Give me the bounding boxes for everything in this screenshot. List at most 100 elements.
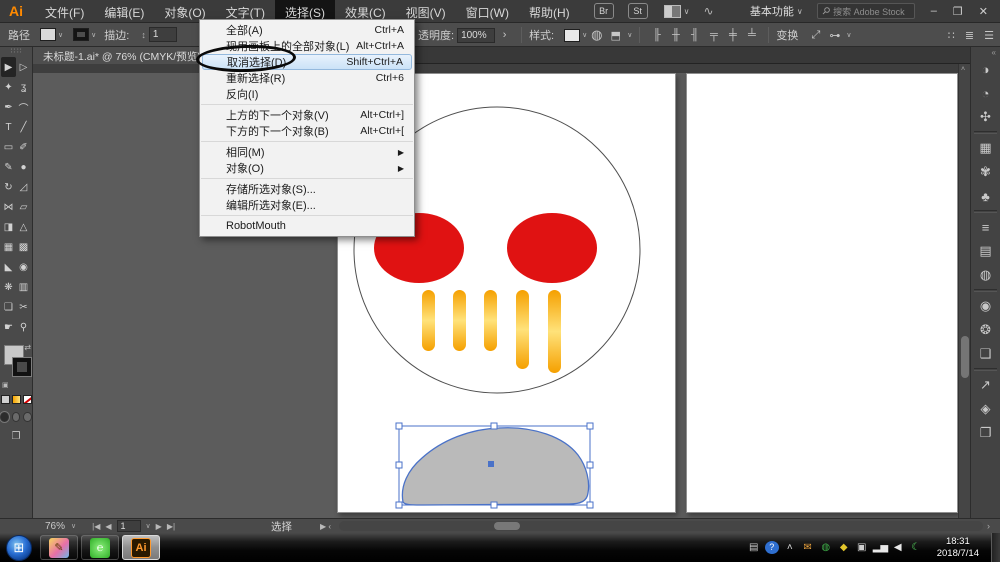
vertical-scroll-thumb[interactable] — [961, 336, 969, 378]
horizontal-scrollbar[interactable] — [339, 521, 983, 531]
menu-item-select-all[interactable]: 全部(A)Ctrl+A — [202, 22, 412, 38]
stock-search-input[interactable]: ⚲ 搜索 Adobe Stock — [817, 3, 915, 19]
clipboard-icon[interactable]: ▣ — [855, 542, 869, 553]
tooth-2[interactable] — [453, 290, 466, 351]
menu-item-robotmouth[interactable]: RobotMouth — [202, 218, 412, 234]
zoom-level[interactable]: 76% — [45, 521, 65, 532]
stroke-color-swatch[interactable] — [73, 28, 89, 41]
scroll-left-icons[interactable]: ▶ ‹ — [320, 522, 331, 531]
color-button[interactable] — [1, 395, 10, 404]
menubar-item-edit[interactable]: 编辑(E) — [94, 0, 154, 22]
artboard-number-value[interactable]: 1 — [117, 520, 141, 532]
menubar-item-window[interactable]: 窗口(W) — [456, 0, 519, 22]
column-graph-tool[interactable]: ▥ — [16, 277, 31, 297]
hand-tool[interactable]: ☛ — [1, 317, 16, 337]
close-button[interactable]: ✕ — [979, 5, 988, 18]
canvas-pasteboard[interactable] — [33, 64, 958, 518]
stroke-stepper-icon[interactable]: ↕ — [141, 30, 146, 40]
transparency-panel-icon[interactable]: ◍ — [971, 263, 1000, 287]
menu-item-object[interactable]: 对象(O)▶ — [202, 160, 412, 176]
taskbar-illustrator-button[interactable]: Ai — [122, 535, 160, 560]
draw-normal-button[interactable] — [0, 412, 9, 422]
dock-collapse-icon[interactable]: « — [971, 47, 1000, 57]
artboard-tool[interactable]: ❏ — [1, 297, 16, 317]
rectangle-tool[interactable]: ▭ — [1, 137, 16, 157]
gradient-button[interactable] — [12, 395, 21, 404]
start-button[interactable]: ⊞ — [6, 535, 32, 561]
chevron-down-icon[interactable]: ∨ — [684, 7, 690, 16]
menubar-item-help[interactable]: 帮助(H) — [519, 0, 580, 22]
recolor-artwork-icon[interactable]: ◍ — [587, 27, 606, 43]
color-panel-icon[interactable]: ◑ — [971, 57, 1000, 81]
menu-item-reselect[interactable]: 重新选择(R)Ctrl+6 — [202, 70, 412, 86]
menubar-item-file[interactable]: 文件(F) — [35, 0, 94, 22]
scroll-right-icon[interactable]: › — [987, 521, 990, 531]
swap-fill-stroke-icon[interactable]: ⇄ — [24, 343, 31, 352]
constrain-chevron-icon[interactable]: ∨ — [846, 31, 851, 39]
curvature-tool[interactable]: ⌒ — [16, 97, 31, 117]
panel-dock-icon[interactable]: ≣ — [965, 29, 974, 42]
show-desktop-button[interactable] — [991, 533, 1000, 562]
stroke-chevron-icon[interactable]: ∨ — [91, 31, 96, 39]
free-transform-tool[interactable]: ▱ — [16, 197, 31, 217]
align-bottom-icon[interactable]: ╧ — [742, 29, 761, 41]
align-top-icon[interactable]: ╤ — [704, 29, 723, 41]
shield-icon[interactable]: ◆ — [837, 542, 851, 553]
artboard-chevron-icon[interactable]: ∨ — [146, 522, 151, 530]
shape-builder-tool[interactable]: ◨ — [1, 217, 16, 237]
artboard-2[interactable] — [686, 73, 958, 513]
workspace-chevron-icon[interactable]: ∨ — [797, 7, 803, 16]
stroke-weight-value[interactable]: 1 — [149, 27, 177, 42]
mail-icon[interactable]: ✉ — [801, 542, 815, 553]
none-button[interactable] — [23, 395, 32, 404]
menu-item-inverse[interactable]: 反向(I) — [202, 86, 412, 102]
layers-panel-icon[interactable]: ◈ — [971, 397, 1000, 421]
tooth-5[interactable] — [548, 290, 561, 373]
mesh-tool[interactable]: ▦ — [1, 237, 16, 257]
tooth-3[interactable] — [484, 290, 497, 351]
workspace-switcher[interactable]: 基本功能 — [750, 3, 794, 19]
taskbar-browser-button[interactable]: ℮ — [81, 535, 119, 560]
menu-item-next-object-above[interactable]: 上方的下一个对象(V)Alt+Ctrl+] — [202, 107, 412, 123]
next-artboard-icon[interactable]: ▶ — [156, 522, 162, 531]
shape-properties-icon[interactable]: ⬒ — [606, 29, 625, 42]
symbols-panel-icon[interactable]: ♣ — [971, 184, 1000, 208]
tooth-4[interactable] — [516, 290, 529, 369]
scroll-up-icon[interactable]: ˄ — [961, 66, 965, 73]
last-artboard-icon[interactable]: ▶| — [167, 522, 175, 531]
stroke-panel-icon[interactable]: ≡ — [971, 215, 1000, 239]
security-icon[interactable]: ☾ — [909, 542, 923, 553]
network-icon[interactable]: ▂▅ — [873, 542, 887, 553]
zoom-tool[interactable]: ⚲ — [16, 317, 31, 337]
stroke-indicator[interactable] — [12, 357, 32, 377]
bridge-button[interactable]: Br — [594, 3, 614, 19]
globe-icon[interactable]: ◍ — [819, 542, 833, 553]
align-right-icon[interactable]: ╢ — [685, 29, 704, 41]
menu-item-deselect[interactable]: 取消选择(D)Shift+Ctrl+A — [202, 54, 412, 70]
blend-tool[interactable]: ◉ — [16, 257, 31, 277]
shape-chevron-icon[interactable]: ∨ — [627, 31, 632, 39]
transform-button[interactable]: 变换 — [776, 27, 798, 43]
document-tab[interactable]: 未标题-1.ai* @ 76% (CMYK/预览) — [33, 47, 212, 64]
restore-button[interactable]: ❐ — [953, 5, 963, 18]
mouth-shape[interactable] — [402, 428, 588, 505]
selection-center-point[interactable] — [488, 461, 494, 467]
minimize-button[interactable]: – — [931, 5, 937, 18]
swatches-panel-icon[interactable]: ▦ — [971, 136, 1000, 160]
selection-tool[interactable]: ▶ — [1, 57, 16, 77]
draw-behind-button[interactable] — [12, 412, 21, 422]
direct-selection-tool[interactable]: ▷ — [16, 57, 31, 77]
first-artboard-icon[interactable]: |◀ — [92, 522, 100, 531]
fill-chevron-icon[interactable]: ∨ — [58, 31, 63, 39]
artboards-panel-icon[interactable]: ❐ — [971, 421, 1000, 445]
panel-grid-icon[interactable]: ∷ — [948, 29, 955, 42]
align-center-icon[interactable]: ╫ — [666, 29, 685, 41]
stock-button[interactable]: St — [628, 3, 648, 19]
width-tool[interactable]: ⋈ — [1, 197, 16, 217]
keyboard-icon[interactable]: ▤ — [747, 542, 761, 553]
menu-item-same[interactable]: 相同(M)▶ — [202, 144, 412, 160]
tray-expand-icon[interactable]: ˄ — [783, 542, 797, 553]
align-middle-icon[interactable]: ╪ — [723, 29, 742, 41]
menu-item-save-selection[interactable]: 存储所选对象(S)... — [202, 181, 412, 197]
appearance-panel-icon[interactable]: ❂ — [971, 318, 1000, 342]
